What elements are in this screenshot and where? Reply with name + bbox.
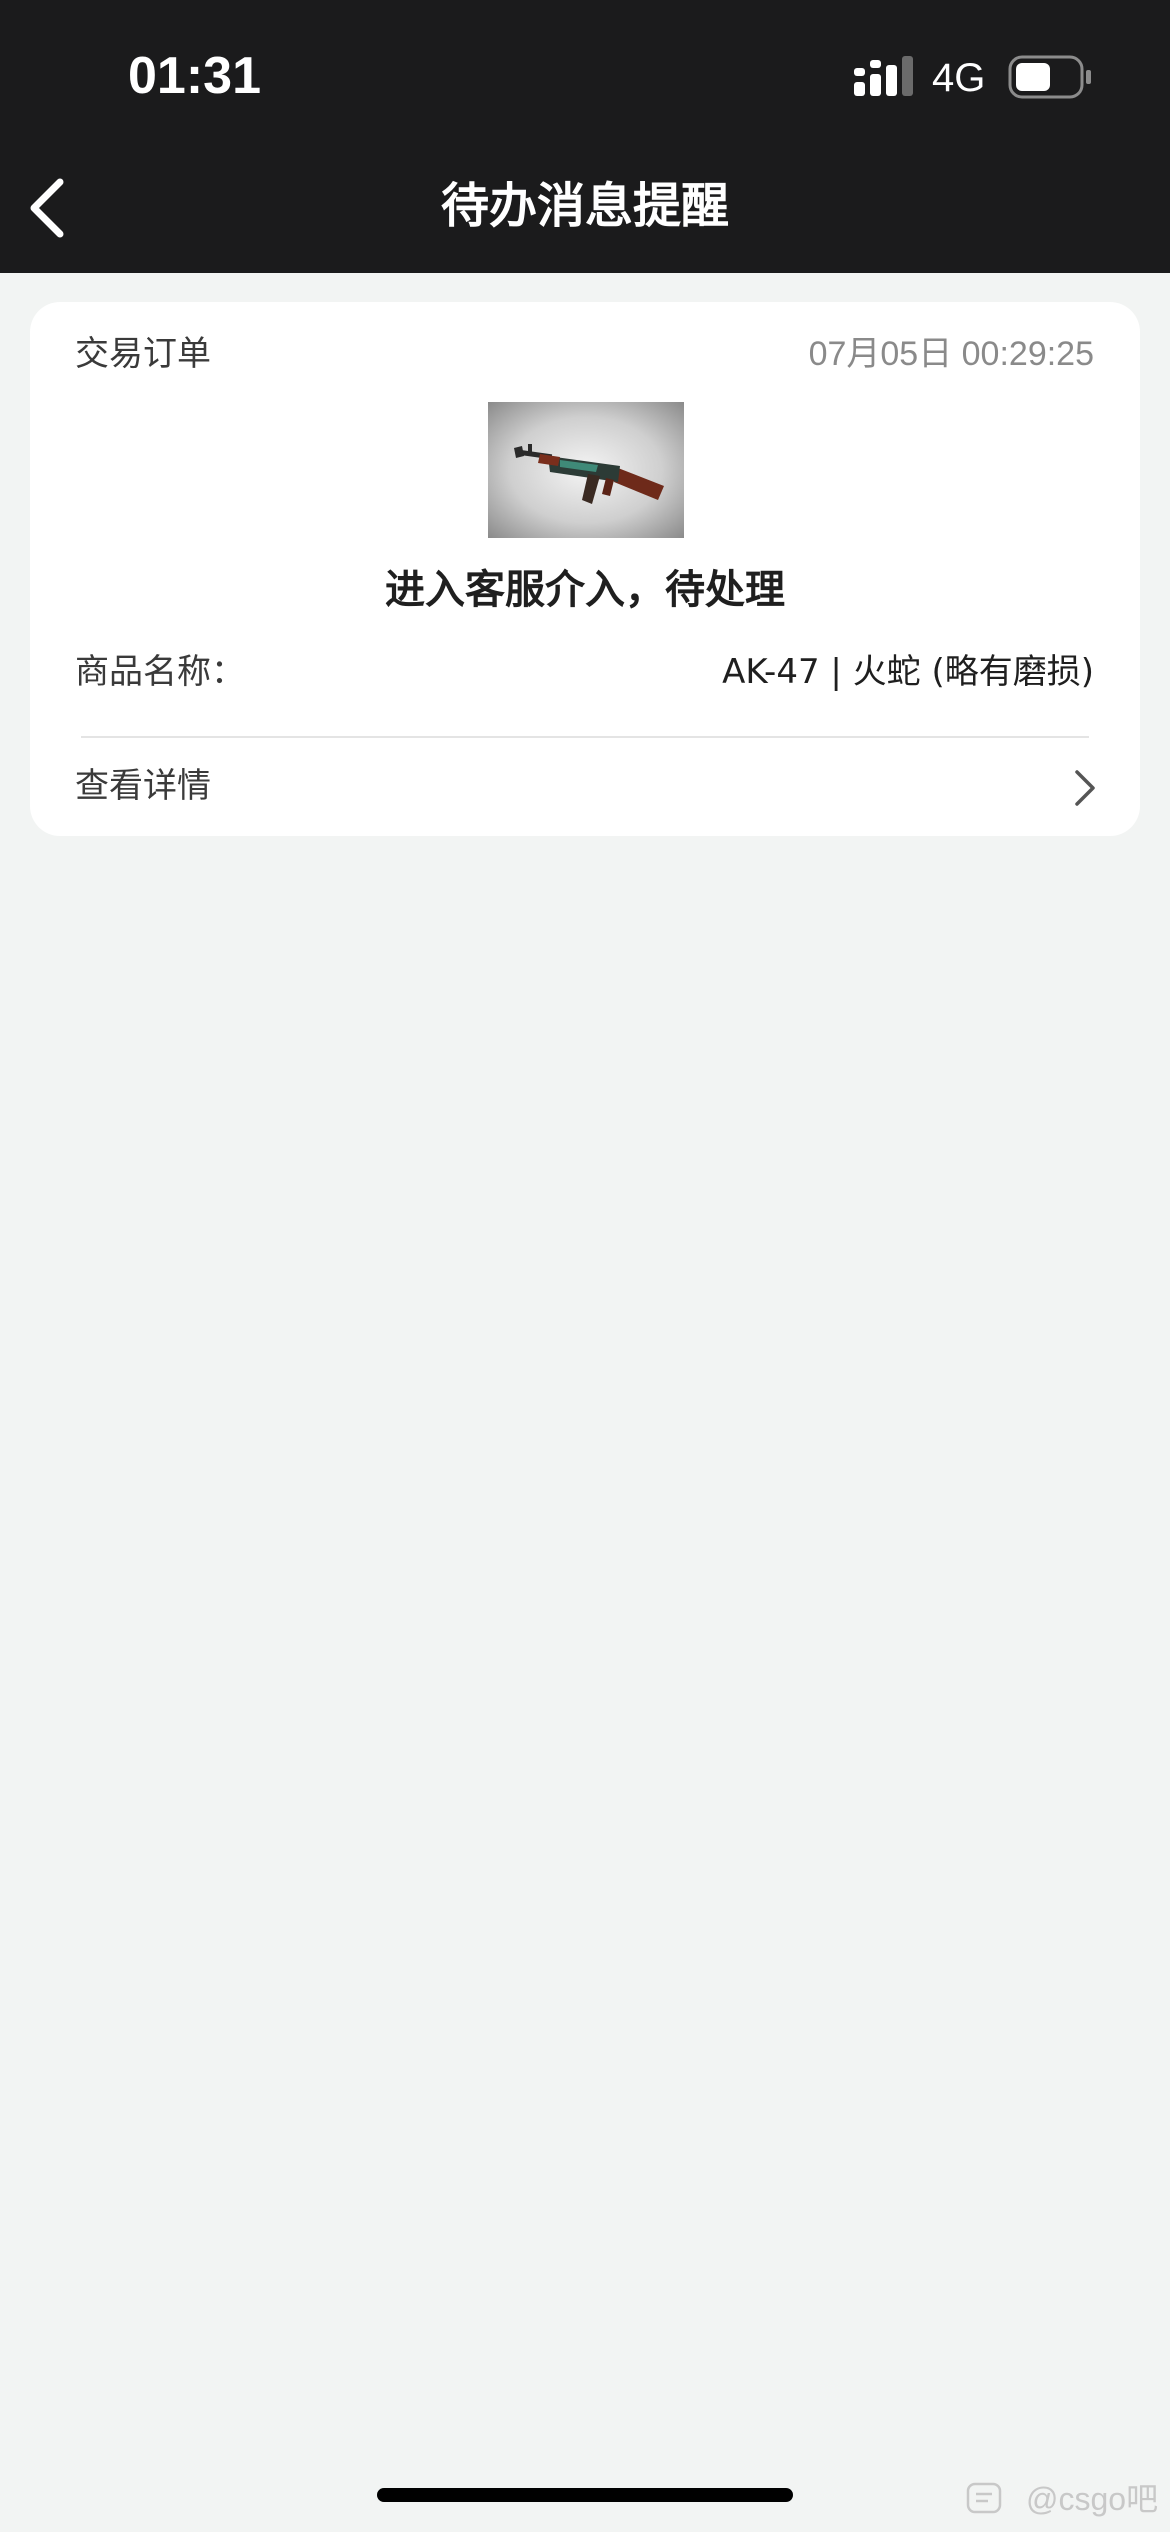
battery-icon — [1008, 55, 1091, 99]
item-image — [488, 402, 684, 538]
rifle-icon — [514, 444, 664, 504]
order-type: 交易订单 — [75, 334, 211, 374]
chevron-right-icon — [1075, 770, 1095, 806]
view-details-label: 查看详情 — [75, 766, 211, 806]
page-title: 待办消息提醒 — [440, 178, 729, 234]
view-details-row[interactable]: 查看详情 — [30, 738, 1140, 836]
todo-message-card: 交易订单 07月05日 00:29:25 进入客服介入，待处理 商品名称： AK… — [30, 302, 1140, 836]
status-time: 01:31 — [128, 47, 261, 105]
network-type: 4G — [932, 56, 986, 100]
top-bar: 01:31 4G 待办消息提醒 — [0, 0, 1170, 273]
signal-icon — [854, 56, 913, 96]
product-name-label: 商品名称： — [75, 652, 245, 692]
screen: 01:31 4G 待办消息提醒 交易订单 07月05日 00:29:25 进入客… — [0, 0, 1170, 2532]
product-name-value: AK-47 | 火蛇 (略有磨损) — [722, 652, 1094, 692]
status-message: 进入客服介入，待处理 — [385, 567, 785, 613]
message-icon — [966, 2482, 1002, 2514]
watermark-text: @csgo吧 — [1026, 2481, 1159, 2517]
home-indicator[interactable] — [377, 2488, 793, 2502]
message-timestamp: 07月05日 00:29:25 — [808, 335, 1094, 373]
